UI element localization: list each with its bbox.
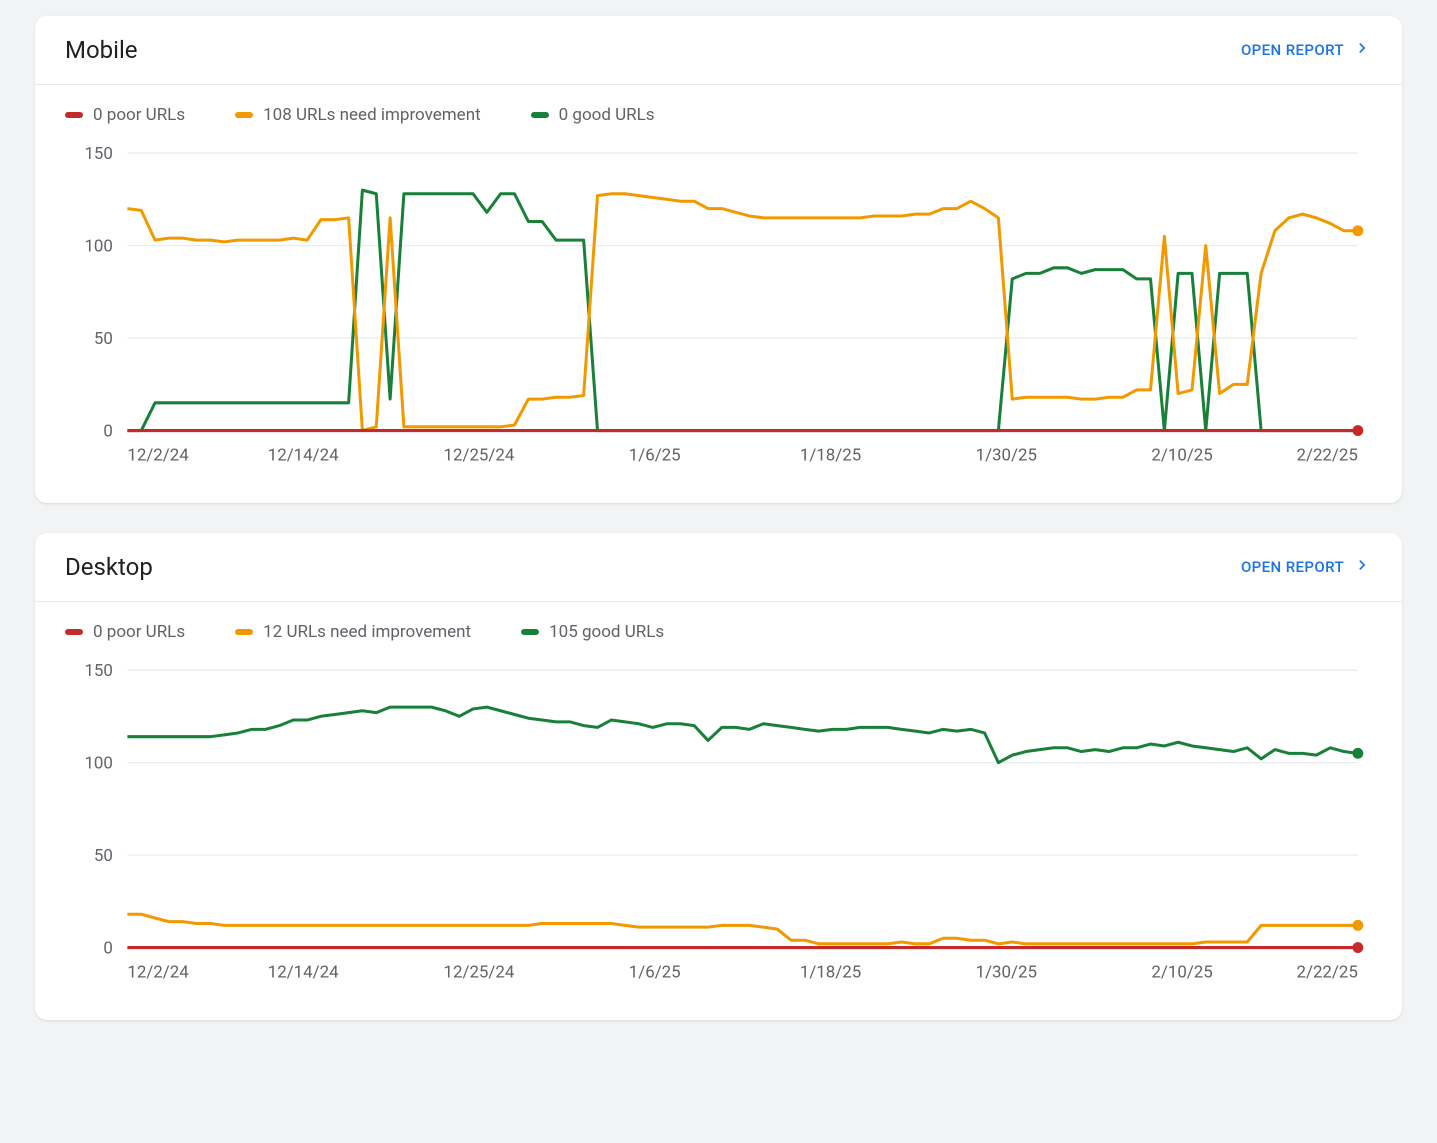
desktop-legend-poor-label: 0 poor URLs bbox=[93, 622, 185, 642]
svg-text:12/14/24: 12/14/24 bbox=[268, 962, 339, 982]
desktop-legend-need-label: 12 URLs need improvement bbox=[263, 622, 471, 642]
mobile-legend-good-label: 0 good URLs bbox=[559, 105, 655, 125]
svg-text:12/25/24: 12/25/24 bbox=[444, 962, 515, 982]
need-swatch-icon bbox=[235, 629, 253, 635]
desktop-card-header: Desktop OPEN REPORT bbox=[35, 533, 1402, 602]
mobile-legend-need[interactable]: 108 URLs need improvement bbox=[235, 105, 481, 125]
open-report-label: OPEN REPORT bbox=[1241, 558, 1344, 576]
desktop-legend-good[interactable]: 105 good URLs bbox=[521, 622, 664, 642]
mobile-chart[interactable]: 0 50 100 150 12/2/24 12/14/24 12/25/24 1/6/25 1/… bbox=[35, 125, 1402, 503]
mobile-legend-poor-label: 0 poor URLs bbox=[93, 105, 185, 125]
svg-text:1/6/25: 1/6/25 bbox=[629, 446, 681, 466]
mobile-legend-need-label: 108 URLs need improvement bbox=[263, 105, 481, 125]
svg-text:150: 150 bbox=[84, 661, 112, 681]
svg-text:1/30/25: 1/30/25 bbox=[976, 962, 1037, 982]
mobile-legend-good[interactable]: 0 good URLs bbox=[531, 105, 655, 125]
good-swatch-icon bbox=[521, 629, 539, 635]
mobile-legend: 0 poor URLs 108 URLs need improvement 0 … bbox=[35, 85, 1402, 125]
desktop-legend-good-label: 105 good URLs bbox=[549, 622, 664, 642]
desktop-open-report-button[interactable]: OPEN REPORT bbox=[1241, 555, 1372, 579]
svg-text:1/18/25: 1/18/25 bbox=[800, 962, 861, 982]
svg-text:2/10/25: 2/10/25 bbox=[1151, 962, 1212, 982]
open-report-label: OPEN REPORT bbox=[1241, 41, 1344, 59]
svg-text:12/14/24: 12/14/24 bbox=[268, 446, 339, 466]
svg-text:1/18/25: 1/18/25 bbox=[800, 446, 861, 466]
desktop-legend-poor[interactable]: 0 poor URLs bbox=[65, 622, 185, 642]
desktop-legend-need[interactable]: 12 URLs need improvement bbox=[235, 622, 471, 642]
poor-swatch-icon bbox=[65, 112, 83, 118]
svg-text:100: 100 bbox=[84, 753, 112, 773]
desktop-title: Desktop bbox=[65, 553, 153, 581]
svg-text:2/22/25: 2/22/25 bbox=[1297, 446, 1358, 466]
mobile-card: Mobile OPEN REPORT 0 poor URLs 108 URLs … bbox=[35, 16, 1402, 503]
svg-text:1/30/25: 1/30/25 bbox=[976, 446, 1037, 466]
need-swatch-icon bbox=[235, 112, 253, 118]
mobile-open-report-button[interactable]: OPEN REPORT bbox=[1241, 38, 1372, 62]
svg-text:100: 100 bbox=[84, 237, 112, 257]
svg-text:2/10/25: 2/10/25 bbox=[1151, 446, 1212, 466]
svg-text:0: 0 bbox=[103, 422, 112, 442]
svg-text:2/22/25: 2/22/25 bbox=[1297, 962, 1358, 982]
good-swatch-icon bbox=[531, 112, 549, 118]
desktop-chart[interactable]: 0 50 100 150 12/2/24 12/14/24 12/25/24 1/6/25 1/… bbox=[35, 642, 1402, 1020]
mobile-title: Mobile bbox=[65, 36, 138, 64]
svg-text:12/2/24: 12/2/24 bbox=[127, 962, 189, 982]
svg-text:12/2/24: 12/2/24 bbox=[127, 446, 189, 466]
chevron-right-icon bbox=[1352, 38, 1372, 62]
svg-text:150: 150 bbox=[84, 144, 112, 164]
svg-text:1/6/25: 1/6/25 bbox=[629, 962, 681, 982]
mobile-legend-poor[interactable]: 0 poor URLs bbox=[65, 105, 185, 125]
desktop-legend: 0 poor URLs 12 URLs need improvement 105… bbox=[35, 602, 1402, 642]
desktop-card: Desktop OPEN REPORT 0 poor URLs 12 URLs … bbox=[35, 533, 1402, 1020]
mobile-card-header: Mobile OPEN REPORT bbox=[35, 16, 1402, 85]
chevron-right-icon bbox=[1352, 555, 1372, 579]
svg-text:0: 0 bbox=[103, 938, 112, 958]
svg-text:50: 50 bbox=[94, 846, 113, 866]
poor-swatch-icon bbox=[65, 629, 83, 635]
svg-text:12/25/24: 12/25/24 bbox=[444, 446, 515, 466]
svg-text:50: 50 bbox=[94, 329, 113, 349]
